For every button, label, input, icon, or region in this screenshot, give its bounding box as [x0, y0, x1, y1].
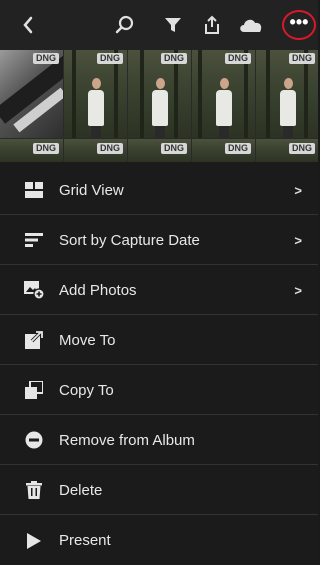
menu-item-delete[interactable]: Delete — [0, 466, 318, 515]
copy-to-icon — [24, 380, 44, 400]
menu-item-label: Remove from Album — [59, 431, 195, 449]
photo-thumbnail[interactable]: DNG — [64, 50, 127, 138]
dng-badge: DNG — [289, 53, 315, 64]
photo-thumbnail[interactable]: DNG — [0, 50, 63, 138]
dng-badge: DNG — [33, 143, 59, 154]
menu-item-label: Add Photos — [59, 281, 137, 299]
menu-item-label: Copy To — [59, 381, 114, 399]
menu-item-label: Sort by Capture Date — [59, 231, 200, 249]
photo-thumbnail[interactable]: DNG — [192, 139, 255, 162]
menu-item-label: Delete — [59, 481, 103, 499]
dng-badge: DNG — [33, 53, 59, 64]
top-toolbar: ••• — [0, 0, 318, 50]
more-icon: ••• — [289, 12, 309, 32]
dng-badge: DNG — [97, 53, 123, 64]
cloud-icon[interactable] — [236, 0, 266, 50]
menu-item-label: Present — [59, 532, 111, 549]
menu-item-copy-to[interactable]: Copy To — [0, 366, 318, 415]
options-menu: Grid View > Sort by Capture Date > Add P… — [0, 162, 318, 559]
photo-strip: DNG DNG DNG DNG DNG DNG DNG DNG DNG DNG — [0, 50, 318, 162]
add-photos-icon — [24, 280, 44, 300]
menu-item-label: Move To — [59, 331, 116, 349]
photo-thumbnail[interactable]: DNG — [64, 139, 127, 162]
more-options-button[interactable]: ••• — [282, 10, 316, 40]
dng-badge: DNG — [161, 53, 187, 64]
photo-thumbnail[interactable]: DNG — [0, 139, 63, 162]
move-to-icon — [24, 330, 44, 350]
photo-thumbnail[interactable]: DNG — [128, 50, 191, 138]
photo-thumbnail[interactable]: DNG — [256, 50, 318, 138]
dng-badge: DNG — [225, 143, 251, 154]
photo-thumbnail[interactable]: DNG — [192, 50, 255, 138]
sort-icon — [24, 230, 44, 250]
search-icon[interactable] — [112, 0, 138, 50]
chevron-left-icon[interactable] — [16, 0, 40, 50]
menu-item-sort-by-capture-date[interactable]: Sort by Capture Date > — [0, 216, 318, 265]
photo-thumbnail[interactable]: DNG — [128, 139, 191, 162]
grid-view-icon — [24, 180, 44, 200]
chevron-right-icon: > — [294, 232, 302, 248]
menu-item-label: Grid View — [59, 181, 124, 199]
dng-badge: DNG — [289, 143, 315, 154]
play-icon — [24, 531, 44, 551]
menu-item-remove-from-album[interactable]: Remove from Album — [0, 416, 318, 465]
chevron-right-icon: > — [294, 282, 302, 298]
trash-icon — [24, 480, 44, 500]
share-icon[interactable] — [199, 0, 225, 50]
menu-item-grid-view[interactable]: Grid View > — [0, 166, 318, 215]
filter-icon[interactable] — [160, 0, 186, 50]
menu-item-add-photos[interactable]: Add Photos > — [0, 266, 318, 315]
photo-thumbnail[interactable]: DNG — [256, 139, 318, 162]
menu-item-present[interactable]: Present — [0, 516, 318, 565]
thumbnail-row: DNG DNG DNG DNG DNG — [0, 139, 318, 162]
menu-item-move-to[interactable]: Move To — [0, 316, 318, 365]
thumbnail-row: DNG DNG DNG DNG DNG — [0, 50, 318, 138]
dng-badge: DNG — [225, 53, 251, 64]
remove-icon — [24, 430, 44, 450]
chevron-right-icon: > — [294, 182, 302, 198]
dng-badge: DNG — [97, 143, 123, 154]
dng-badge: DNG — [161, 143, 187, 154]
